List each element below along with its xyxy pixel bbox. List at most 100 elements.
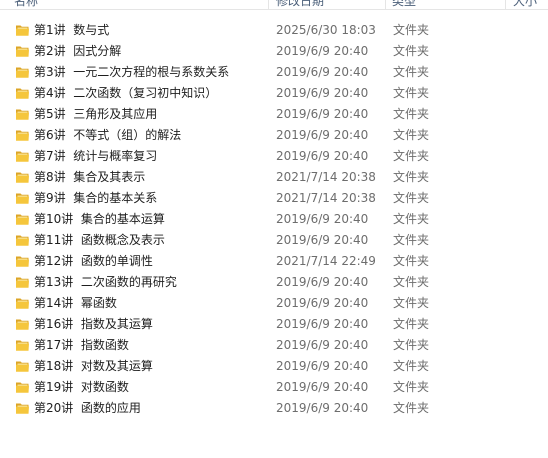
column-header-name[interactable]: 名称 xyxy=(14,0,38,9)
file-modified-date: 2021/7/14 22:49 xyxy=(276,254,376,268)
file-name: 第3讲 一元二次方程的根与系数关系 xyxy=(34,65,230,79)
file-type: 文件夹 xyxy=(393,212,430,226)
file-name: 第6讲 不等式（组）的解法 xyxy=(34,128,182,142)
file-type: 文件夹 xyxy=(393,380,430,394)
folder-icon xyxy=(15,44,30,58)
file-type: 文件夹 xyxy=(393,170,430,184)
file-name: 第4讲 二次函数（复习初中知识） xyxy=(34,86,218,100)
file-row[interactable]: 第7讲 统计与概率复习 2019/6/9 20:40 文件夹 xyxy=(0,146,548,167)
folder-icon xyxy=(15,275,30,289)
folder-icon xyxy=(15,338,30,352)
file-name: 第17讲 指数函数 xyxy=(34,338,129,352)
file-type: 文件夹 xyxy=(393,317,430,331)
column-header-type[interactable]: 类型 xyxy=(392,0,416,9)
column-divider[interactable] xyxy=(505,0,506,9)
folder-icon xyxy=(15,401,30,415)
file-type: 文件夹 xyxy=(393,254,430,268)
file-type: 文件夹 xyxy=(393,191,430,205)
file-row[interactable]: 第11讲 函数概念及表示 2019/6/9 20:40 文件夹 xyxy=(0,230,548,251)
file-modified-date: 2019/6/9 20:40 xyxy=(276,128,369,142)
file-name: 第5讲 三角形及其应用 xyxy=(34,107,158,121)
column-header-date[interactable]: 修改日期 xyxy=(276,0,324,9)
file-type: 文件夹 xyxy=(393,23,430,37)
folder-icon xyxy=(15,296,30,310)
file-row[interactable]: 第5讲 三角形及其应用 2019/6/9 20:40 文件夹 xyxy=(0,104,548,125)
file-name: 第10讲 集合的基本运算 xyxy=(34,212,165,226)
file-name: 第8讲 集合及其表示 xyxy=(34,170,146,184)
file-modified-date: 2019/6/9 20:40 xyxy=(276,65,369,79)
folder-icon xyxy=(15,107,30,121)
file-row[interactable]: 第16讲 指数及其运算 2019/6/9 20:40 文件夹 xyxy=(0,314,548,335)
folder-icon xyxy=(15,380,30,394)
file-type: 文件夹 xyxy=(393,65,430,79)
file-name: 第11讲 函数概念及表示 xyxy=(34,233,165,247)
file-modified-date: 2019/6/9 20:40 xyxy=(276,107,369,121)
file-name: 第2讲 因式分解 xyxy=(34,44,122,58)
column-header-size[interactable]: 大小 xyxy=(513,0,537,9)
file-row[interactable]: 第3讲 一元二次方程的根与系数关系 2019/6/9 20:40 文件夹 xyxy=(0,62,548,83)
file-row[interactable]: 第13讲 二次函数的再研究 2019/6/9 20:40 文件夹 xyxy=(0,272,548,293)
file-row[interactable]: 第6讲 不等式（组）的解法 2019/6/9 20:40 文件夹 xyxy=(0,125,548,146)
file-row[interactable]: 第9讲 集合的基本关系 2021/7/14 20:38 文件夹 xyxy=(0,188,548,209)
file-row[interactable]: 第19讲 对数函数 2019/6/9 20:40 文件夹 xyxy=(0,377,548,398)
file-modified-date: 2025/6/30 18:03 xyxy=(276,23,376,37)
file-modified-date: 2019/6/9 20:40 xyxy=(276,338,369,352)
file-modified-date: 2019/6/9 20:40 xyxy=(276,149,369,163)
file-type: 文件夹 xyxy=(393,44,430,58)
column-header-bar: 名称 修改日期 类型 大小 xyxy=(0,0,548,10)
file-row[interactable]: 第14讲 幂函数 2019/6/9 20:40 文件夹 xyxy=(0,293,548,314)
file-name: 第12讲 函数的单调性 xyxy=(34,254,153,268)
folder-icon xyxy=(15,23,30,37)
file-row[interactable]: 第20讲 函数的应用 2019/6/9 20:40 文件夹 xyxy=(0,398,548,419)
file-row[interactable]: 第17讲 指数函数 2019/6/9 20:40 文件夹 xyxy=(0,335,548,356)
column-divider[interactable] xyxy=(268,0,269,9)
folder-icon xyxy=(15,359,30,373)
folder-icon xyxy=(15,233,30,247)
file-modified-date: 2019/6/9 20:40 xyxy=(276,359,369,373)
file-row[interactable]: 第12讲 函数的单调性 2021/7/14 22:49 文件夹 xyxy=(0,251,548,272)
file-row[interactable]: 第8讲 集合及其表示 2021/7/14 20:38 文件夹 xyxy=(0,167,548,188)
file-modified-date: 2021/7/14 20:38 xyxy=(276,191,376,205)
file-type: 文件夹 xyxy=(393,275,430,289)
file-name: 第13讲 二次函数的再研究 xyxy=(34,275,177,289)
file-name: 第19讲 对数函数 xyxy=(34,380,129,394)
file-modified-date: 2021/7/14 20:38 xyxy=(276,170,376,184)
file-name: 第20讲 函数的应用 xyxy=(34,401,141,415)
file-modified-date: 2019/6/9 20:40 xyxy=(276,233,369,247)
file-modified-date: 2019/6/9 20:40 xyxy=(276,296,369,310)
file-type: 文件夹 xyxy=(393,128,430,142)
file-row[interactable]: 第10讲 集合的基本运算 2019/6/9 20:40 文件夹 xyxy=(0,209,548,230)
file-type: 文件夹 xyxy=(393,107,430,121)
file-type: 文件夹 xyxy=(393,233,430,247)
file-modified-date: 2019/6/9 20:40 xyxy=(276,380,369,394)
file-row[interactable]: 第18讲 对数及其运算 2019/6/9 20:40 文件夹 xyxy=(0,356,548,377)
file-modified-date: 2019/6/9 20:40 xyxy=(276,275,369,289)
file-type: 文件夹 xyxy=(393,296,430,310)
folder-icon xyxy=(15,254,30,268)
file-name: 第9讲 集合的基本关系 xyxy=(34,191,158,205)
file-type: 文件夹 xyxy=(393,86,430,100)
file-modified-date: 2019/6/9 20:40 xyxy=(276,44,369,58)
file-row[interactable]: 第4讲 二次函数（复习初中知识） 2019/6/9 20:40 文件夹 xyxy=(0,83,548,104)
column-divider[interactable] xyxy=(385,0,386,9)
folder-icon xyxy=(15,149,30,163)
file-name: 第14讲 幂函数 xyxy=(34,296,117,310)
folder-icon xyxy=(15,65,30,79)
file-name: 第18讲 对数及其运算 xyxy=(34,359,153,373)
file-name: 第16讲 指数及其运算 xyxy=(34,317,153,331)
file-name: 第1讲 数与式 xyxy=(34,23,110,37)
file-type: 文件夹 xyxy=(393,338,430,352)
folder-icon xyxy=(15,170,30,184)
file-row[interactable]: 第2讲 因式分解 2019/6/9 20:40 文件夹 xyxy=(0,41,548,62)
file-modified-date: 2019/6/9 20:40 xyxy=(276,401,369,415)
file-type: 文件夹 xyxy=(393,401,430,415)
folder-icon xyxy=(15,212,30,226)
file-name: 第7讲 统计与概率复习 xyxy=(34,149,158,163)
folder-icon xyxy=(15,128,30,142)
folder-icon xyxy=(15,317,30,331)
folder-icon xyxy=(15,191,30,205)
file-modified-date: 2019/6/9 20:40 xyxy=(276,317,369,331)
file-type: 文件夹 xyxy=(393,359,430,373)
file-row[interactable]: 第1讲 数与式 2025/6/30 18:03 文件夹 xyxy=(0,20,548,41)
file-type: 文件夹 xyxy=(393,149,430,163)
